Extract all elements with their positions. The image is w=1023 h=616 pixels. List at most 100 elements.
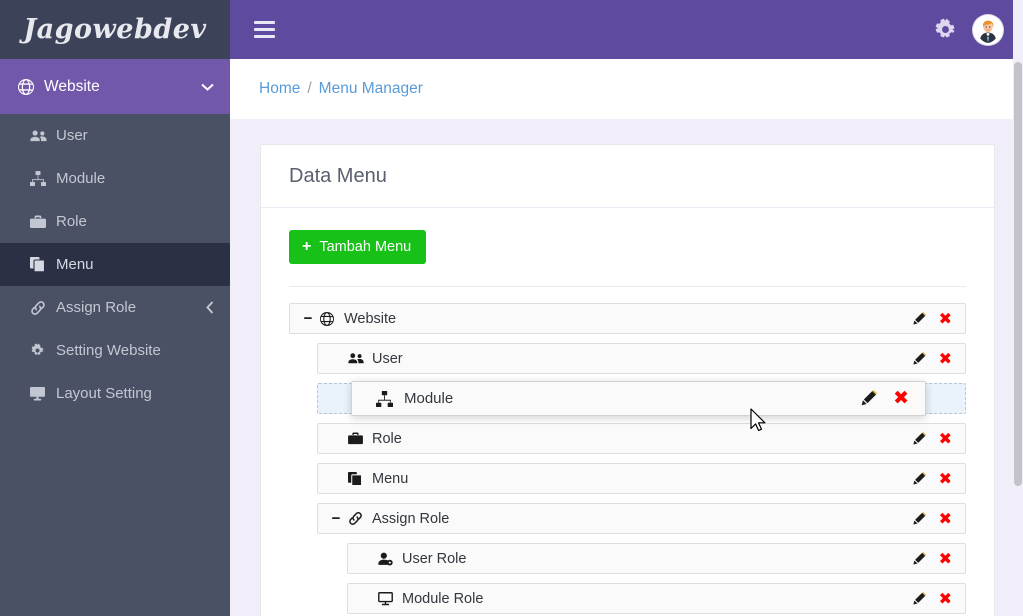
sidebar-item-setting-website-label: Setting Website: [56, 342, 161, 359]
edit-button[interactable]: [912, 471, 926, 486]
copy-icon: [348, 471, 372, 486]
add-menu-button-label: Tambah Menu: [319, 239, 412, 255]
sidebar-item-menu[interactable]: Menu: [0, 243, 230, 286]
globe-icon: [18, 78, 44, 95]
collapse-toggle-icon[interactable]: −: [328, 510, 344, 527]
top-header: [230, 0, 1023, 59]
sidebar-item-module-label: Module: [56, 170, 106, 187]
users-icon: [30, 129, 56, 143]
dragged-menu-item[interactable]: Module ✖: [351, 381, 926, 416]
row-actions: ✖: [912, 350, 957, 367]
table-row[interactable]: − Assign Role ✖: [317, 503, 966, 534]
main-content: Data Menu + Tambah Menu − Website ✖ User…: [230, 119, 1013, 616]
users-icon: [348, 352, 372, 365]
sidebar-item-website-label: Website: [44, 77, 100, 95]
table-row-label: Menu: [372, 470, 409, 487]
hamburger-bar: [254, 21, 275, 24]
table-row[interactable]: User Role ✖: [347, 543, 966, 574]
delete-button[interactable]: ✖: [939, 510, 952, 527]
row-actions: ✖: [912, 430, 957, 447]
card-body: + Tambah Menu − Website ✖ User ✖ Role ✖ …: [261, 208, 994, 616]
sidebar-item-setting-website[interactable]: Setting Website: [0, 329, 230, 372]
table-row[interactable]: User ✖: [317, 343, 966, 374]
sidebar-item-module[interactable]: Module: [0, 157, 230, 200]
delete-button[interactable]: ✖: [939, 550, 952, 567]
table-row[interactable]: − Website ✖: [289, 303, 966, 334]
data-menu-card: Data Menu + Tambah Menu − Website ✖ User…: [260, 144, 995, 616]
sidebar-item-assign-role[interactable]: Assign Role: [0, 286, 230, 329]
chevron-down-icon[interactable]: [201, 80, 214, 94]
delete-button[interactable]: ✖: [939, 430, 952, 447]
table-row-label: Module Role: [402, 590, 484, 607]
delete-button[interactable]: ✖: [939, 350, 952, 367]
table-row[interactable]: Module Role ✖: [347, 583, 966, 614]
row-actions: ✖: [912, 510, 957, 527]
desktop-icon: [30, 386, 56, 401]
page-scrollbar-thumb[interactable]: [1014, 62, 1022, 486]
sitemap-icon: [30, 171, 56, 186]
desktop-icon: [378, 591, 402, 606]
collapse-toggle-icon[interactable]: −: [300, 310, 316, 327]
add-menu-button[interactable]: + Tambah Menu: [289, 230, 427, 264]
menu-tree: − Website ✖ User ✖ Role ✖ Menu ✖ − Assig…: [289, 287, 966, 614]
row-actions: ✖: [912, 310, 957, 327]
page-title: Data Menu: [289, 165, 387, 187]
avatar[interactable]: [973, 14, 1003, 45]
gear-icon[interactable]: [934, 18, 957, 41]
dragged-menu-item-label: Module: [404, 390, 454, 407]
table-row-label: User Role: [402, 550, 467, 567]
card-header: Data Menu: [261, 145, 994, 208]
sidebar-item-menu-label: Menu: [56, 256, 94, 273]
delete-button[interactable]: ✖: [939, 470, 952, 487]
briefcase-icon: [348, 432, 372, 445]
sidebar: Jagowebdev Website User Module Role Menu…: [0, 0, 230, 616]
sitemap-icon: [376, 390, 404, 407]
briefcase-icon: [30, 215, 56, 229]
edit-button[interactable]: [912, 551, 926, 566]
hamburger-bar: [254, 28, 275, 31]
gear-icon: [30, 343, 56, 358]
edit-button[interactable]: [912, 431, 926, 446]
edit-button[interactable]: [860, 390, 878, 407]
table-row-label: User: [372, 350, 403, 367]
sidebar-item-assign-role-label: Assign Role: [56, 299, 137, 316]
row-actions: ✖: [860, 389, 915, 408]
link-icon: [348, 511, 372, 526]
sidebar-item-layout-setting[interactable]: Layout Setting: [0, 372, 230, 415]
row-actions: ✖: [912, 470, 957, 487]
sidebar-item-website[interactable]: Website: [0, 59, 230, 114]
brand-logo[interactable]: Jagowebdev: [0, 0, 230, 59]
breadcrumb-separator: /: [307, 80, 312, 97]
chevron-left-icon[interactable]: [206, 301, 214, 314]
sidebar-item-layout-setting-label: Layout Setting: [56, 385, 152, 402]
breadcrumb-current-page: Menu Manager: [318, 80, 423, 97]
brand-name: Jagowebdev: [23, 14, 207, 45]
table-row-label: Assign Role: [372, 510, 450, 527]
hamburger-bar: [254, 35, 275, 38]
sidebar-item-user-label: User: [56, 127, 88, 144]
delete-button[interactable]: ✖: [893, 389, 909, 408]
edit-button[interactable]: [912, 591, 926, 606]
delete-button[interactable]: ✖: [939, 590, 952, 607]
link-icon: [30, 300, 56, 316]
row-actions: ✖: [912, 590, 957, 607]
edit-button[interactable]: [912, 311, 926, 326]
breadcrumb: Home / Menu Manager: [230, 59, 1013, 119]
edit-button[interactable]: [912, 351, 926, 366]
copy-icon: [30, 257, 56, 272]
table-row[interactable]: Menu ✖: [317, 463, 966, 494]
hamburger-icon[interactable]: [252, 17, 277, 42]
table-row[interactable]: Role ✖: [317, 423, 966, 454]
plus-icon: +: [302, 238, 312, 255]
app-window: Jagowebdev Website User Module Role Menu…: [0, 0, 1023, 616]
sidebar-item-role-label: Role: [56, 213, 87, 230]
sidebar-item-user[interactable]: User: [0, 114, 230, 157]
table-row-label: Role: [372, 430, 402, 447]
delete-button[interactable]: ✖: [939, 310, 952, 327]
edit-button[interactable]: [912, 511, 926, 526]
table-row-label: Website: [344, 310, 397, 327]
sidebar-item-role[interactable]: Role: [0, 200, 230, 243]
user-tag-icon: [378, 552, 402, 566]
breadcrumb-home-link[interactable]: Home: [259, 80, 300, 98]
row-actions: ✖: [912, 550, 957, 567]
